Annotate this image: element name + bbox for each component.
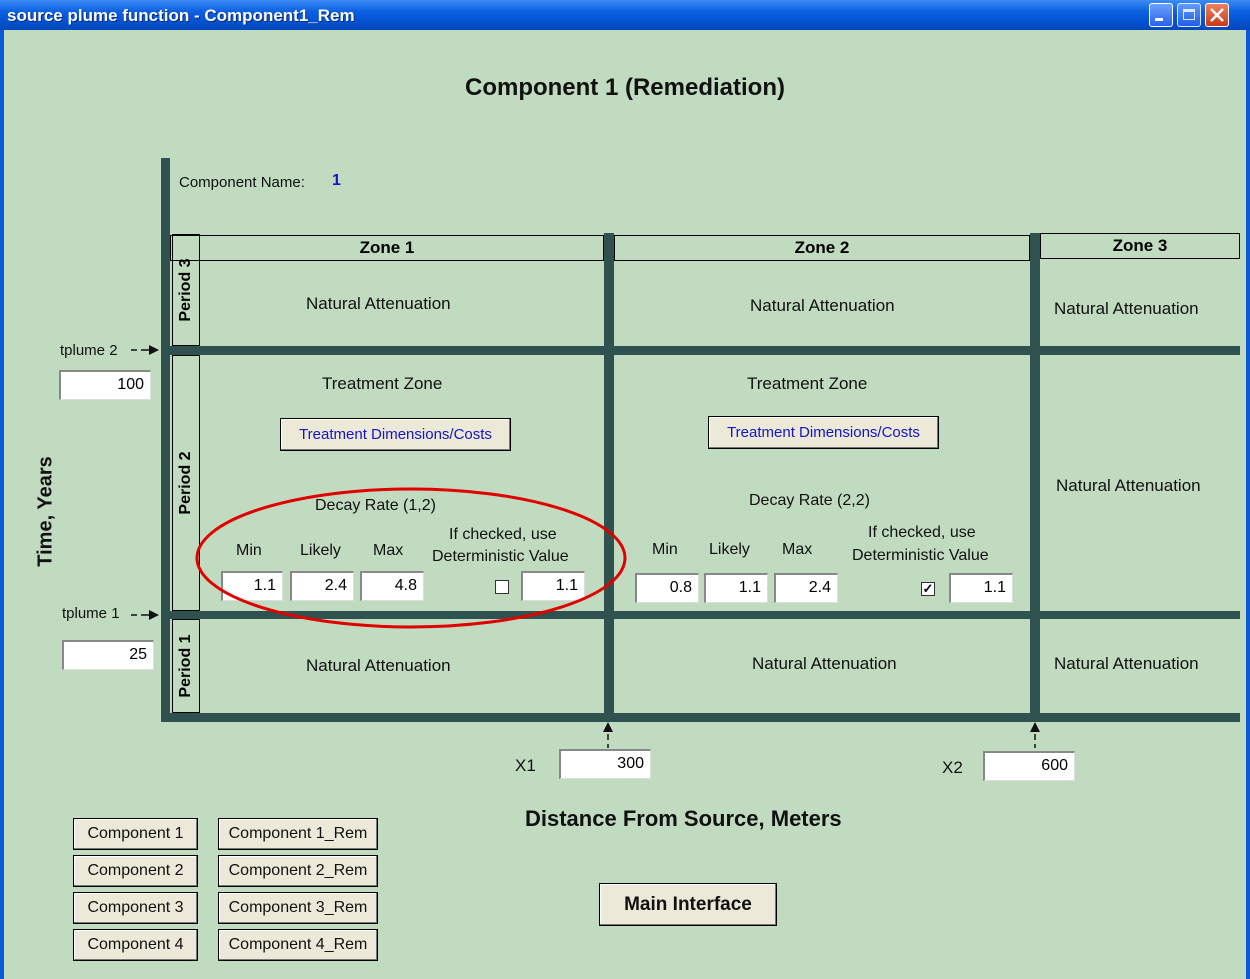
x2-arrow-icon bbox=[1030, 722, 1040, 748]
na-p3-z1: Natural Attenuation bbox=[306, 294, 451, 313]
zone-1-header: Zone 1 bbox=[170, 235, 604, 261]
minimize-button[interactable] bbox=[1149, 3, 1173, 27]
zone-2-header: Zone 2 bbox=[614, 235, 1030, 261]
app-window: source plume function - Component1_Rem C… bbox=[0, 0, 1250, 979]
tplume1-input[interactable]: 25 bbox=[62, 640, 154, 670]
na-p1-z2: Natural Attenuation bbox=[752, 654, 897, 673]
decay-2-min-input[interactable]: 0.8 bbox=[635, 573, 699, 603]
na-p3-z2: Natural Attenuation bbox=[750, 296, 895, 315]
x2-input[interactable]: 600 bbox=[983, 751, 1075, 781]
title-bar[interactable]: source plume function - Component1_Rem bbox=[0, 0, 1250, 30]
decay-2-deterministic-checkbox[interactable]: ✓ bbox=[921, 582, 935, 596]
na-p1-z1: Natural Attenuation bbox=[306, 656, 451, 675]
decay-2-likely-input[interactable]: 1.1 bbox=[704, 573, 768, 603]
decay-2-min-label: Min bbox=[652, 541, 678, 558]
y-axis-line bbox=[161, 158, 170, 722]
tplume2-line bbox=[170, 346, 1240, 355]
component-3-button[interactable]: Component 3 bbox=[73, 892, 198, 924]
component-3-rem-button[interactable]: Component 3_Rem bbox=[218, 892, 378, 924]
x2-label: X2 bbox=[942, 758, 963, 777]
component-1-rem-button[interactable]: Component 1_Rem bbox=[218, 818, 378, 850]
maximize-button[interactable] bbox=[1177, 3, 1201, 27]
zone-3-header: Zone 3 bbox=[1040, 233, 1240, 259]
x1-input[interactable]: 300 bbox=[559, 749, 651, 779]
client-area: Component 1 (Remediation) Component Name… bbox=[4, 30, 1246, 979]
treatment-costs-button-zone-1[interactable]: Treatment Dimensions/Costs bbox=[280, 418, 511, 451]
component-4-rem-button[interactable]: Component 4_Rem bbox=[218, 929, 378, 961]
x1-label: X1 bbox=[515, 756, 536, 775]
tplume2-input[interactable]: 100 bbox=[59, 370, 151, 400]
component-name-label: Component Name: bbox=[179, 174, 305, 191]
page-title: Component 1 (Remediation) bbox=[464, 74, 785, 101]
close-icon bbox=[1210, 8, 1224, 22]
window-title: source plume function - Component1_Rem bbox=[7, 6, 355, 25]
component-2-rem-button[interactable]: Component 2_Rem bbox=[218, 855, 378, 887]
decay-2-deterministic-input[interactable]: 1.1 bbox=[949, 573, 1013, 603]
na-p2-z3: Natural Attenuation bbox=[1056, 476, 1201, 495]
decay-2-det-label-line1: If checked, use bbox=[868, 524, 976, 541]
decay-2-det-label-line2: Deterministic Value bbox=[852, 547, 989, 564]
treatment-costs-button-zone-2[interactable]: Treatment Dimensions/Costs bbox=[708, 416, 939, 449]
decay-rate-2-title: Decay Rate (2,2) bbox=[749, 492, 870, 509]
x2-line bbox=[1030, 233, 1040, 722]
close-button[interactable] bbox=[1205, 3, 1229, 27]
tplume2-arrow-icon bbox=[131, 345, 159, 355]
period-3-label: Period 3 bbox=[172, 234, 200, 346]
x-axis-label: Distance From Source, Meters bbox=[525, 806, 842, 831]
highlight-ellipse bbox=[195, 487, 627, 629]
maximize-icon bbox=[1183, 9, 1195, 20]
x1-line bbox=[604, 233, 614, 722]
x-axis-line bbox=[161, 713, 1240, 722]
tplume1-arrow-icon bbox=[131, 610, 159, 620]
decay-2-likely-label: Likely bbox=[709, 541, 750, 558]
tplume2-label: tplume 2 bbox=[60, 342, 118, 359]
minimize-icon bbox=[1155, 18, 1163, 21]
decay-2-max-input[interactable]: 2.4 bbox=[774, 573, 838, 603]
na-p1-z3: Natural Attenuation bbox=[1054, 654, 1199, 673]
decay-2-max-label: Max bbox=[782, 541, 813, 558]
treatment-zone-2-label: Treatment Zone bbox=[747, 374, 868, 393]
na-p3-z3: Natural Attenuation bbox=[1054, 299, 1199, 318]
tplume1-label: tplume 1 bbox=[62, 605, 120, 622]
component-2-button[interactable]: Component 2 bbox=[73, 855, 198, 887]
main-interface-button[interactable]: Main Interface bbox=[599, 883, 777, 926]
component-1-button[interactable]: Component 1 bbox=[73, 818, 198, 850]
treatment-zone-1-label: Treatment Zone bbox=[322, 374, 443, 393]
component-4-button[interactable]: Component 4 bbox=[73, 929, 198, 961]
component-name-value: 1 bbox=[332, 172, 341, 189]
y-axis-label: Time, Years bbox=[34, 456, 57, 567]
x1-arrow-icon bbox=[603, 722, 613, 748]
